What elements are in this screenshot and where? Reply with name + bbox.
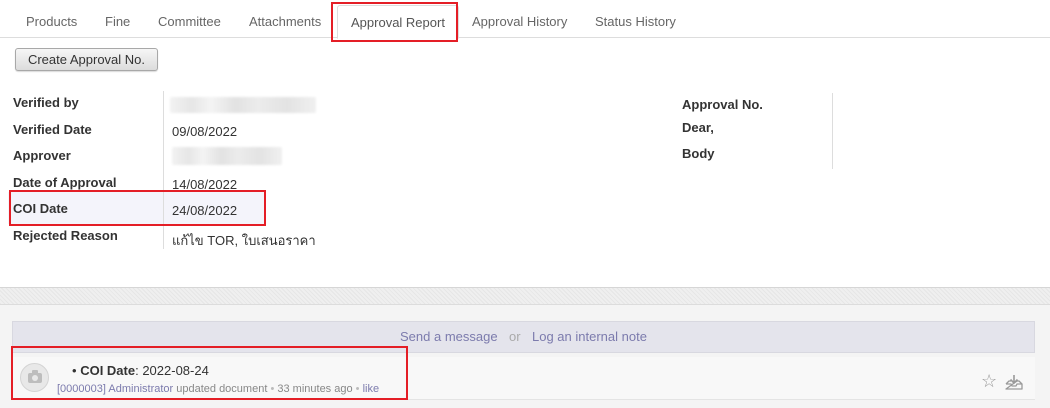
date-of-approval-value: 14/08/2022	[172, 177, 238, 192]
inbox-download-icon[interactable]	[1005, 374, 1023, 390]
form-divider-right	[832, 93, 833, 169]
verified-by-label: Verified by	[13, 95, 79, 110]
sheet-separator	[0, 287, 1050, 305]
camera-icon	[20, 363, 49, 392]
message-author-link[interactable]: [0000003] Administrator	[57, 383, 173, 395]
approval-no-label: Approval No.	[682, 97, 763, 112]
tab-committee[interactable]: Committee	[158, 14, 221, 29]
tab-status-history[interactable]: Status History	[595, 14, 676, 29]
composer-or-text: or	[509, 329, 521, 344]
rejected-reason-label: Rejected Reason	[13, 228, 118, 243]
notebook-tabs: Products Fine Committee Attachments Appr…	[0, 0, 1050, 39]
tab-attachments[interactable]: Attachments	[249, 14, 321, 29]
meta-separator: •	[270, 383, 275, 395]
rejected-reason-value: แก้ไข TOR, ใบเสนอราคา	[172, 233, 316, 248]
tracking-value-line: • COI Date: 2022-08-24	[72, 363, 209, 378]
coi-date-value: 24/08/2022	[172, 203, 238, 218]
like-link[interactable]: like	[363, 383, 380, 395]
coi-date-label: COI Date	[13, 201, 68, 216]
tab-products[interactable]: Products	[26, 14, 77, 29]
send-message-link[interactable]: Send a message	[400, 329, 498, 344]
verified-date-value: 09/08/2022	[172, 124, 238, 139]
approver-value-redacted	[172, 147, 282, 165]
verified-date-label: Verified Date	[13, 122, 92, 137]
message-time: 33 minutes ago	[277, 383, 353, 395]
tab-approval-history[interactable]: Approval History	[472, 14, 567, 29]
tracking-field-name: COI Date	[80, 363, 136, 378]
date-of-approval-label: Date of Approval	[13, 175, 117, 190]
form-divider-left	[163, 91, 164, 249]
message-meta: [0000003] Administrator updated document…	[57, 383, 379, 395]
body-label: Body	[682, 146, 715, 161]
create-approval-button[interactable]: Create Approval No.	[15, 48, 158, 71]
message-action-text: updated document	[176, 383, 268, 395]
tab-fine[interactable]: Fine	[105, 14, 130, 29]
log-note-link[interactable]: Log an internal note	[532, 329, 647, 344]
tracking-bullet: •	[72, 363, 77, 378]
verified-by-value-redacted	[170, 97, 316, 113]
star-icon[interactable]: ☆	[981, 372, 997, 390]
meta-separator: •	[355, 383, 360, 395]
approver-label: Approver	[13, 148, 71, 163]
dear-label: Dear,	[682, 120, 714, 135]
tracking-field-value: : 2022-08-24	[135, 363, 209, 378]
tab-approval-report[interactable]: Approval Report	[337, 5, 459, 39]
chatter-composer-bar	[12, 321, 1035, 353]
